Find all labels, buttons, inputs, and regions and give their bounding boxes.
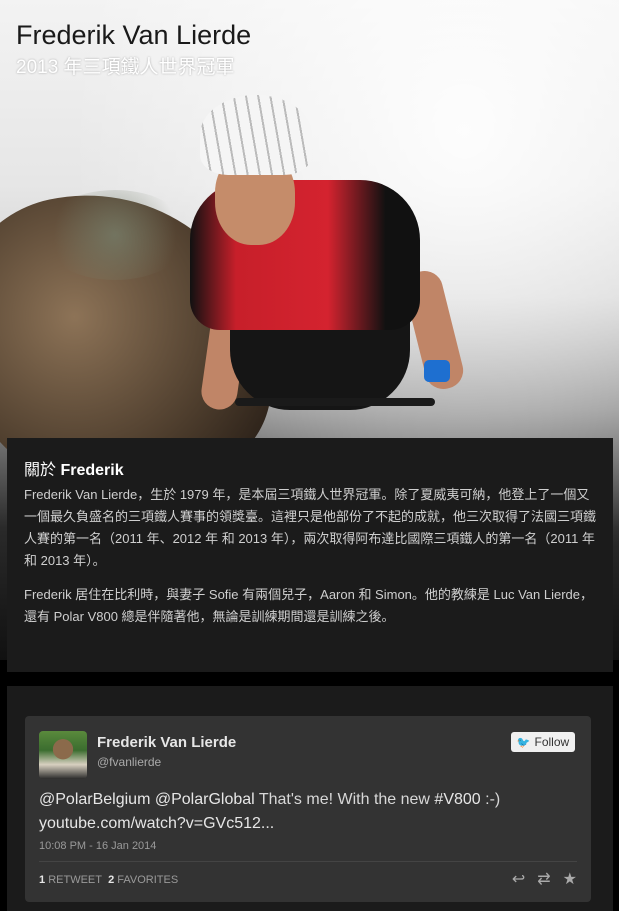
tweet-timestamp[interactable]: 10:08 PM - 16 Jan 2014 [39,840,156,852]
cyclist-helmet [200,95,312,175]
about-heading-name: Frederik [60,462,124,479]
tweet-text-suffix: :-) [480,791,501,808]
tweet-section: Frederik Van Lierde @fvanlierde 🐦 Follow… [7,686,613,911]
tweet-divider [39,861,577,862]
polar-watch [424,360,450,382]
mention-polarbelgium[interactable]: @PolarBelgium [39,791,150,808]
about-paragraph-2: Frederik 居住在比利時，與妻子 Sofie 有兩個兒子，Aaron 和 … [24,587,594,624]
reply-icon[interactable]: ↩ [512,869,525,889]
tweet-stats: 1 RETWEET 2 FAVORITES [39,874,178,886]
embedded-tweet: Frederik Van Lierde @fvanlierde 🐦 Follow… [25,716,591,902]
retweets-label[interactable]: RETWEET [48,874,102,886]
page-subtitle: 2013 年三項鐵人世界冠軍 [16,57,235,78]
tweet-user-name[interactable]: Frederik Van Lierde [97,734,236,751]
follow-button[interactable]: 🐦 Follow [511,732,575,752]
tweet-actions: ↩ ⇄ ★ [512,869,577,889]
mention-polarglobal[interactable]: @PolarGlobal [155,791,255,808]
tweet-handle[interactable]: @fvanlierde [97,755,161,769]
tweet-text-body: That's me! With the new [254,791,435,808]
favorite-icon[interactable]: ★ [563,869,577,889]
tweet-text: @PolarBelgium @PolarGlobal That's me! Wi… [39,788,579,836]
about-panel: 關於 Frederik Frederik Van Lierde，生於 1979 … [7,438,613,672]
favorites-count[interactable]: 2 [108,874,114,886]
about-heading: 關於 Frederik [24,456,596,480]
about-paragraph-1: Frederik Van Lierde，生於 1979 年，是本屆三項鐵人世界冠… [24,487,597,568]
hashtag-v800[interactable]: #V800 [434,791,480,808]
about-heading-prefix: 關於 [24,462,57,479]
page-title: Frederik Van Lierde [16,20,252,50]
twitter-bird-icon: 🐦 [516,736,531,749]
avatar[interactable] [39,731,87,779]
tweet-link[interactable]: youtube.com/watch?v=GVc512... [39,815,274,832]
bike-handlebars [235,398,435,406]
bush [40,190,190,280]
retweets-count[interactable]: 1 [39,874,45,886]
follow-label: Follow [534,735,570,749]
retweet-icon[interactable]: ⇄ [537,869,550,889]
favorites-label[interactable]: FAVORITES [117,874,178,886]
